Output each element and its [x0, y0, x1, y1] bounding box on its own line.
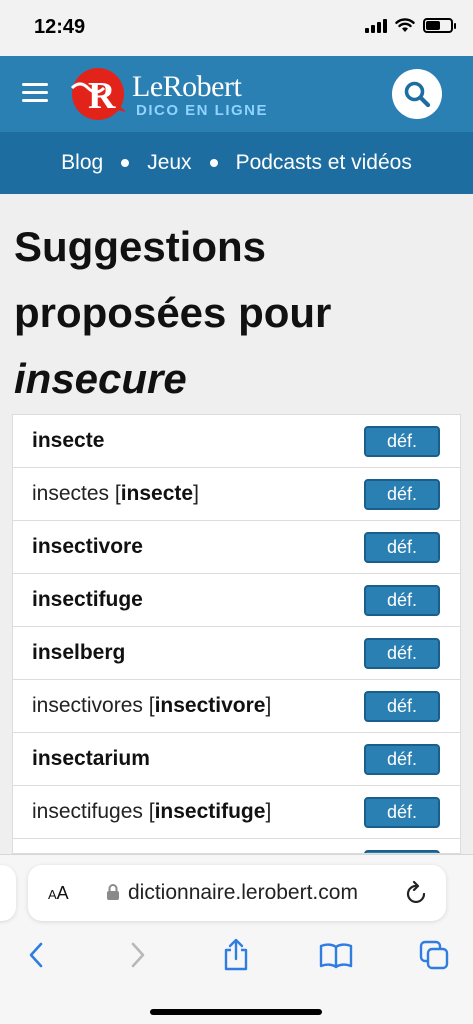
inflected-form: insectes — [32, 482, 110, 505]
definition-button[interactable]: déf. — [364, 425, 440, 457]
suggestion-row-partial[interactable] — [13, 839, 460, 853]
forward-icon — [131, 942, 145, 968]
nav-link-podcasts[interactable]: Podcasts et vidéos — [236, 151, 412, 175]
suggestion-row[interactable]: insectivores [insectivore] déf. — [13, 680, 460, 733]
site-header: R LeRobert DICO EN LIGNE — [0, 56, 473, 132]
inflected-form: insectivores — [32, 694, 143, 717]
base-form: insecte — [120, 482, 194, 505]
suggestion-row[interactable]: insectifuge déf. — [13, 574, 460, 627]
browser-toolbar: AA dictionnaire.lerobert.com — [0, 854, 473, 1024]
definition-button[interactable]: déf. — [364, 743, 440, 775]
suggestion-word[interactable]: insecte — [32, 429, 104, 453]
bookmarks-button[interactable] — [316, 935, 356, 975]
suggestion-row[interactable]: insectivore déf. — [13, 521, 460, 574]
suggestion-word[interactable]: insectifuge — [32, 588, 143, 612]
suggestion-row[interactable]: inselberg déf. — [13, 627, 460, 680]
status-icons — [365, 18, 456, 33]
hamburger-icon[interactable] — [22, 83, 48, 103]
suggestion-word[interactable]: insectes [insecte] — [32, 482, 199, 506]
title-line-1: Suggestions — [14, 223, 267, 270]
share-icon — [224, 938, 248, 971]
battery-icon — [423, 18, 456, 33]
wifi-icon — [395, 18, 415, 32]
headword: inselberg — [32, 641, 126, 664]
back-button[interactable] — [16, 935, 56, 975]
nav-link-blog[interactable]: Blog — [61, 151, 103, 175]
suggestion-word[interactable]: insectivore — [32, 535, 143, 559]
tabs-icon — [419, 940, 449, 970]
definition-button[interactable]: déf. — [364, 796, 440, 828]
address-bar[interactable]: AA dictionnaire.lerobert.com — [28, 865, 446, 921]
suggestion-row[interactable]: insectarium déf. — [13, 733, 460, 786]
search-query: insecure — [14, 355, 187, 402]
suggestion-word[interactable]: insectarium — [32, 747, 150, 771]
headword: insectarium — [32, 747, 150, 770]
base-form: insectifuge — [154, 800, 266, 823]
search-button[interactable] — [392, 69, 442, 119]
previous-tab-preview[interactable] — [0, 865, 16, 921]
suggestion-word[interactable]: insectifuges [insectifuge] — [32, 800, 271, 824]
suggestion-row[interactable]: insectifuges [insectifuge] déf. — [13, 786, 460, 839]
back-icon — [29, 942, 43, 968]
status-bar: 12:49 — [0, 0, 473, 56]
cellular-signal-icon — [365, 18, 387, 33]
base-form: insectivore — [154, 694, 266, 717]
suggestion-word[interactable]: insectivores [insectivore] — [32, 694, 271, 718]
svg-text:R: R — [88, 75, 116, 117]
suggestion-word[interactable]: inselberg — [32, 641, 125, 665]
nav-separator — [209, 159, 218, 167]
title-line-2: proposées pour — [14, 289, 332, 336]
reader-settings-button[interactable]: AA — [48, 883, 69, 904]
url-text: dictionnaire.lerobert.com — [128, 881, 358, 904]
home-indicator — [150, 1009, 322, 1015]
definition-button[interactable]: déf. — [364, 531, 440, 563]
logo-name: LeRobert — [132, 70, 242, 103]
reload-icon[interactable] — [404, 879, 430, 907]
main-nav: Blog Jeux Podcasts et vidéos — [0, 132, 473, 194]
page-title: Suggestions proposées pour insecure — [14, 214, 464, 412]
share-button[interactable] — [216, 935, 256, 975]
tabs-button[interactable] — [414, 935, 454, 975]
lock-icon — [107, 884, 119, 900]
headword: insecte — [32, 429, 105, 452]
search-icon — [404, 81, 431, 108]
status-time: 12:49 — [34, 16, 86, 38]
forward-button[interactable] — [118, 935, 158, 975]
suggestion-list: insecte déf. insectes [insecte] déf. insecti… — [12, 414, 461, 854]
suggestion-row[interactable]: insectes [insecte] déf. — [13, 468, 460, 521]
definition-button[interactable]: déf. — [364, 637, 440, 669]
bookmarks-icon — [319, 943, 353, 969]
nav-separator — [121, 159, 130, 167]
nav-link-jeux[interactable]: Jeux — [147, 151, 191, 175]
suggestion-row[interactable]: insecte déf. — [13, 415, 460, 468]
logo-subtitle: DICO EN LIGNE — [136, 102, 269, 119]
browser-nav-bar — [0, 935, 473, 979]
site-logo[interactable]: R LeRobert DICO EN LIGNE — [66, 64, 269, 124]
headword: insectivore — [32, 535, 143, 558]
headword: insectifuge — [32, 588, 143, 611]
definition-button[interactable]: déf. — [364, 584, 440, 616]
definition-button[interactable]: déf. — [364, 690, 440, 722]
definition-button[interactable]: déf. — [364, 478, 440, 510]
inflected-form: insectifuges — [32, 800, 143, 823]
logo-badge-icon: R — [70, 68, 126, 120]
